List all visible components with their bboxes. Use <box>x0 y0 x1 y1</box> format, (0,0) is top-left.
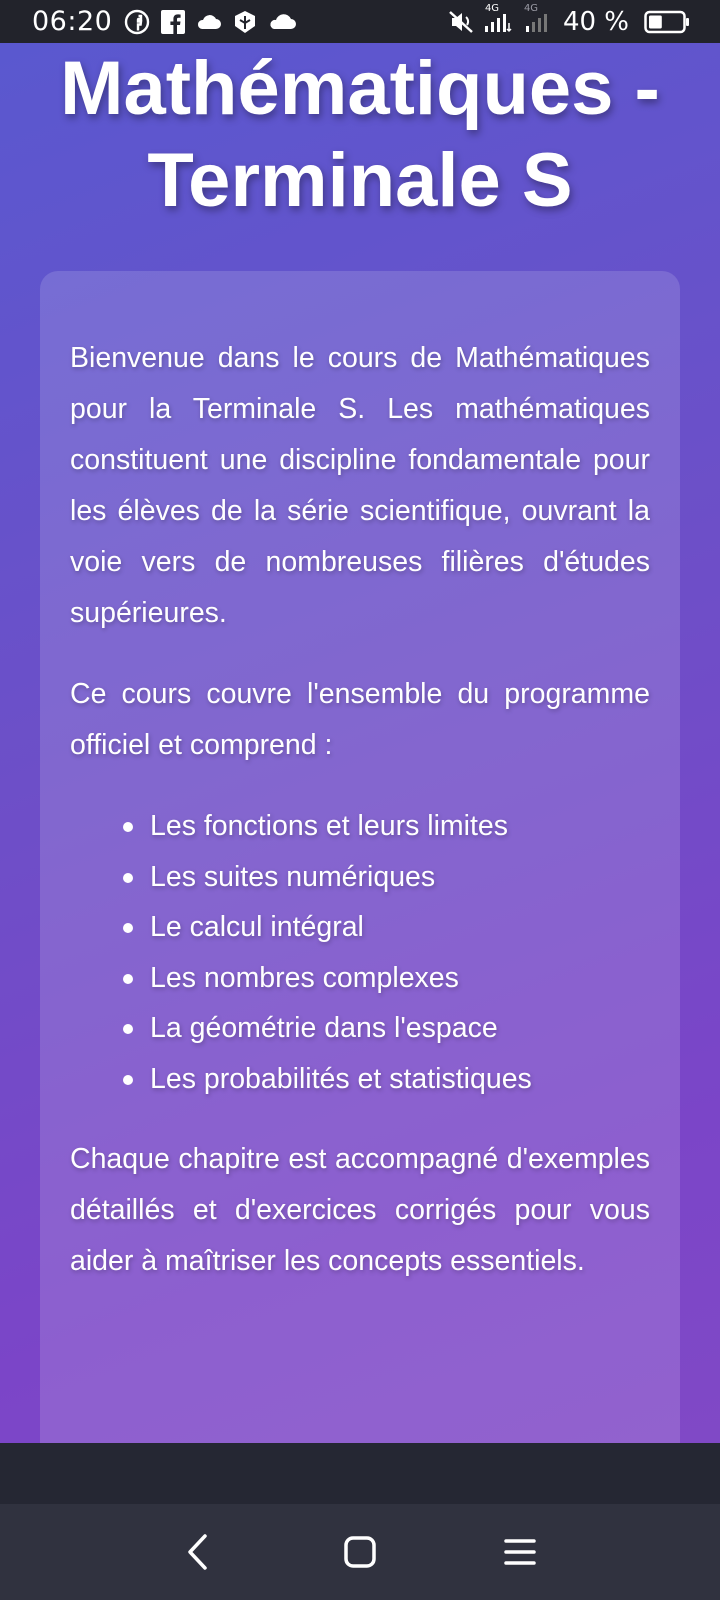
back-button[interactable] <box>158 1504 238 1600</box>
list-item: Les fonctions et leurs limites <box>120 801 650 852</box>
list-item: Les nombres complexes <box>120 953 650 1004</box>
cloud-icon <box>268 12 298 32</box>
status-time: 06:20 <box>32 6 113 37</box>
topics-list: Les fonctions et leurs limites Les suite… <box>120 801 650 1104</box>
page-title: Mathématiques - Terminale S <box>60 46 660 223</box>
signal-strength-icon: 4G <box>483 3 515 35</box>
cloud-icon <box>196 12 222 32</box>
web-content: Mathématiques - Terminale S Bienvenue da… <box>0 43 720 1443</box>
recents-menu-button[interactable] <box>480 1504 560 1600</box>
signal-strength-icon-2: 4G <box>524 3 550 35</box>
facebook-icon <box>160 9 186 35</box>
bottom-strip <box>0 1443 720 1504</box>
network-type-label-2: 4G <box>523 2 539 14</box>
coverage-paragraph: Ce cours couvre l'ensemble du programme … <box>70 678 650 761</box>
list-item: Les probabilités et statistiques <box>120 1054 650 1105</box>
closing-paragraph: Chaque chapitre est accompagné d'exemple… <box>70 1143 650 1277</box>
battery-icon <box>644 10 690 34</box>
status-bar: 06:20 4G 4G 40 % <box>0 0 720 43</box>
battery-percentage: 40 % <box>562 6 629 37</box>
shield-icon <box>232 9 258 35</box>
messenger-icon <box>124 9 150 35</box>
battery-fill <box>649 15 662 28</box>
list-item: La géométrie dans l'espace <box>120 1003 650 1054</box>
course-card: Bienvenue dans le cours de Mathématiques… <box>40 271 680 1443</box>
system-status-icons: 4G 4G 40 % <box>448 3 690 37</box>
home-icon <box>343 1535 377 1569</box>
intro-paragraph: Bienvenue dans le cours de Mathématiques… <box>70 342 650 629</box>
menu-icon <box>503 1537 537 1567</box>
network-type-label: 4G <box>484 2 500 14</box>
list-item: Le calcul intégral <box>120 902 650 953</box>
navigation-bar <box>0 1504 720 1600</box>
list-item: Les suites numériques <box>120 852 650 903</box>
mute-icon <box>448 9 474 35</box>
notification-icons <box>124 9 298 35</box>
home-button[interactable] <box>320 1504 400 1600</box>
back-icon <box>185 1533 211 1571</box>
